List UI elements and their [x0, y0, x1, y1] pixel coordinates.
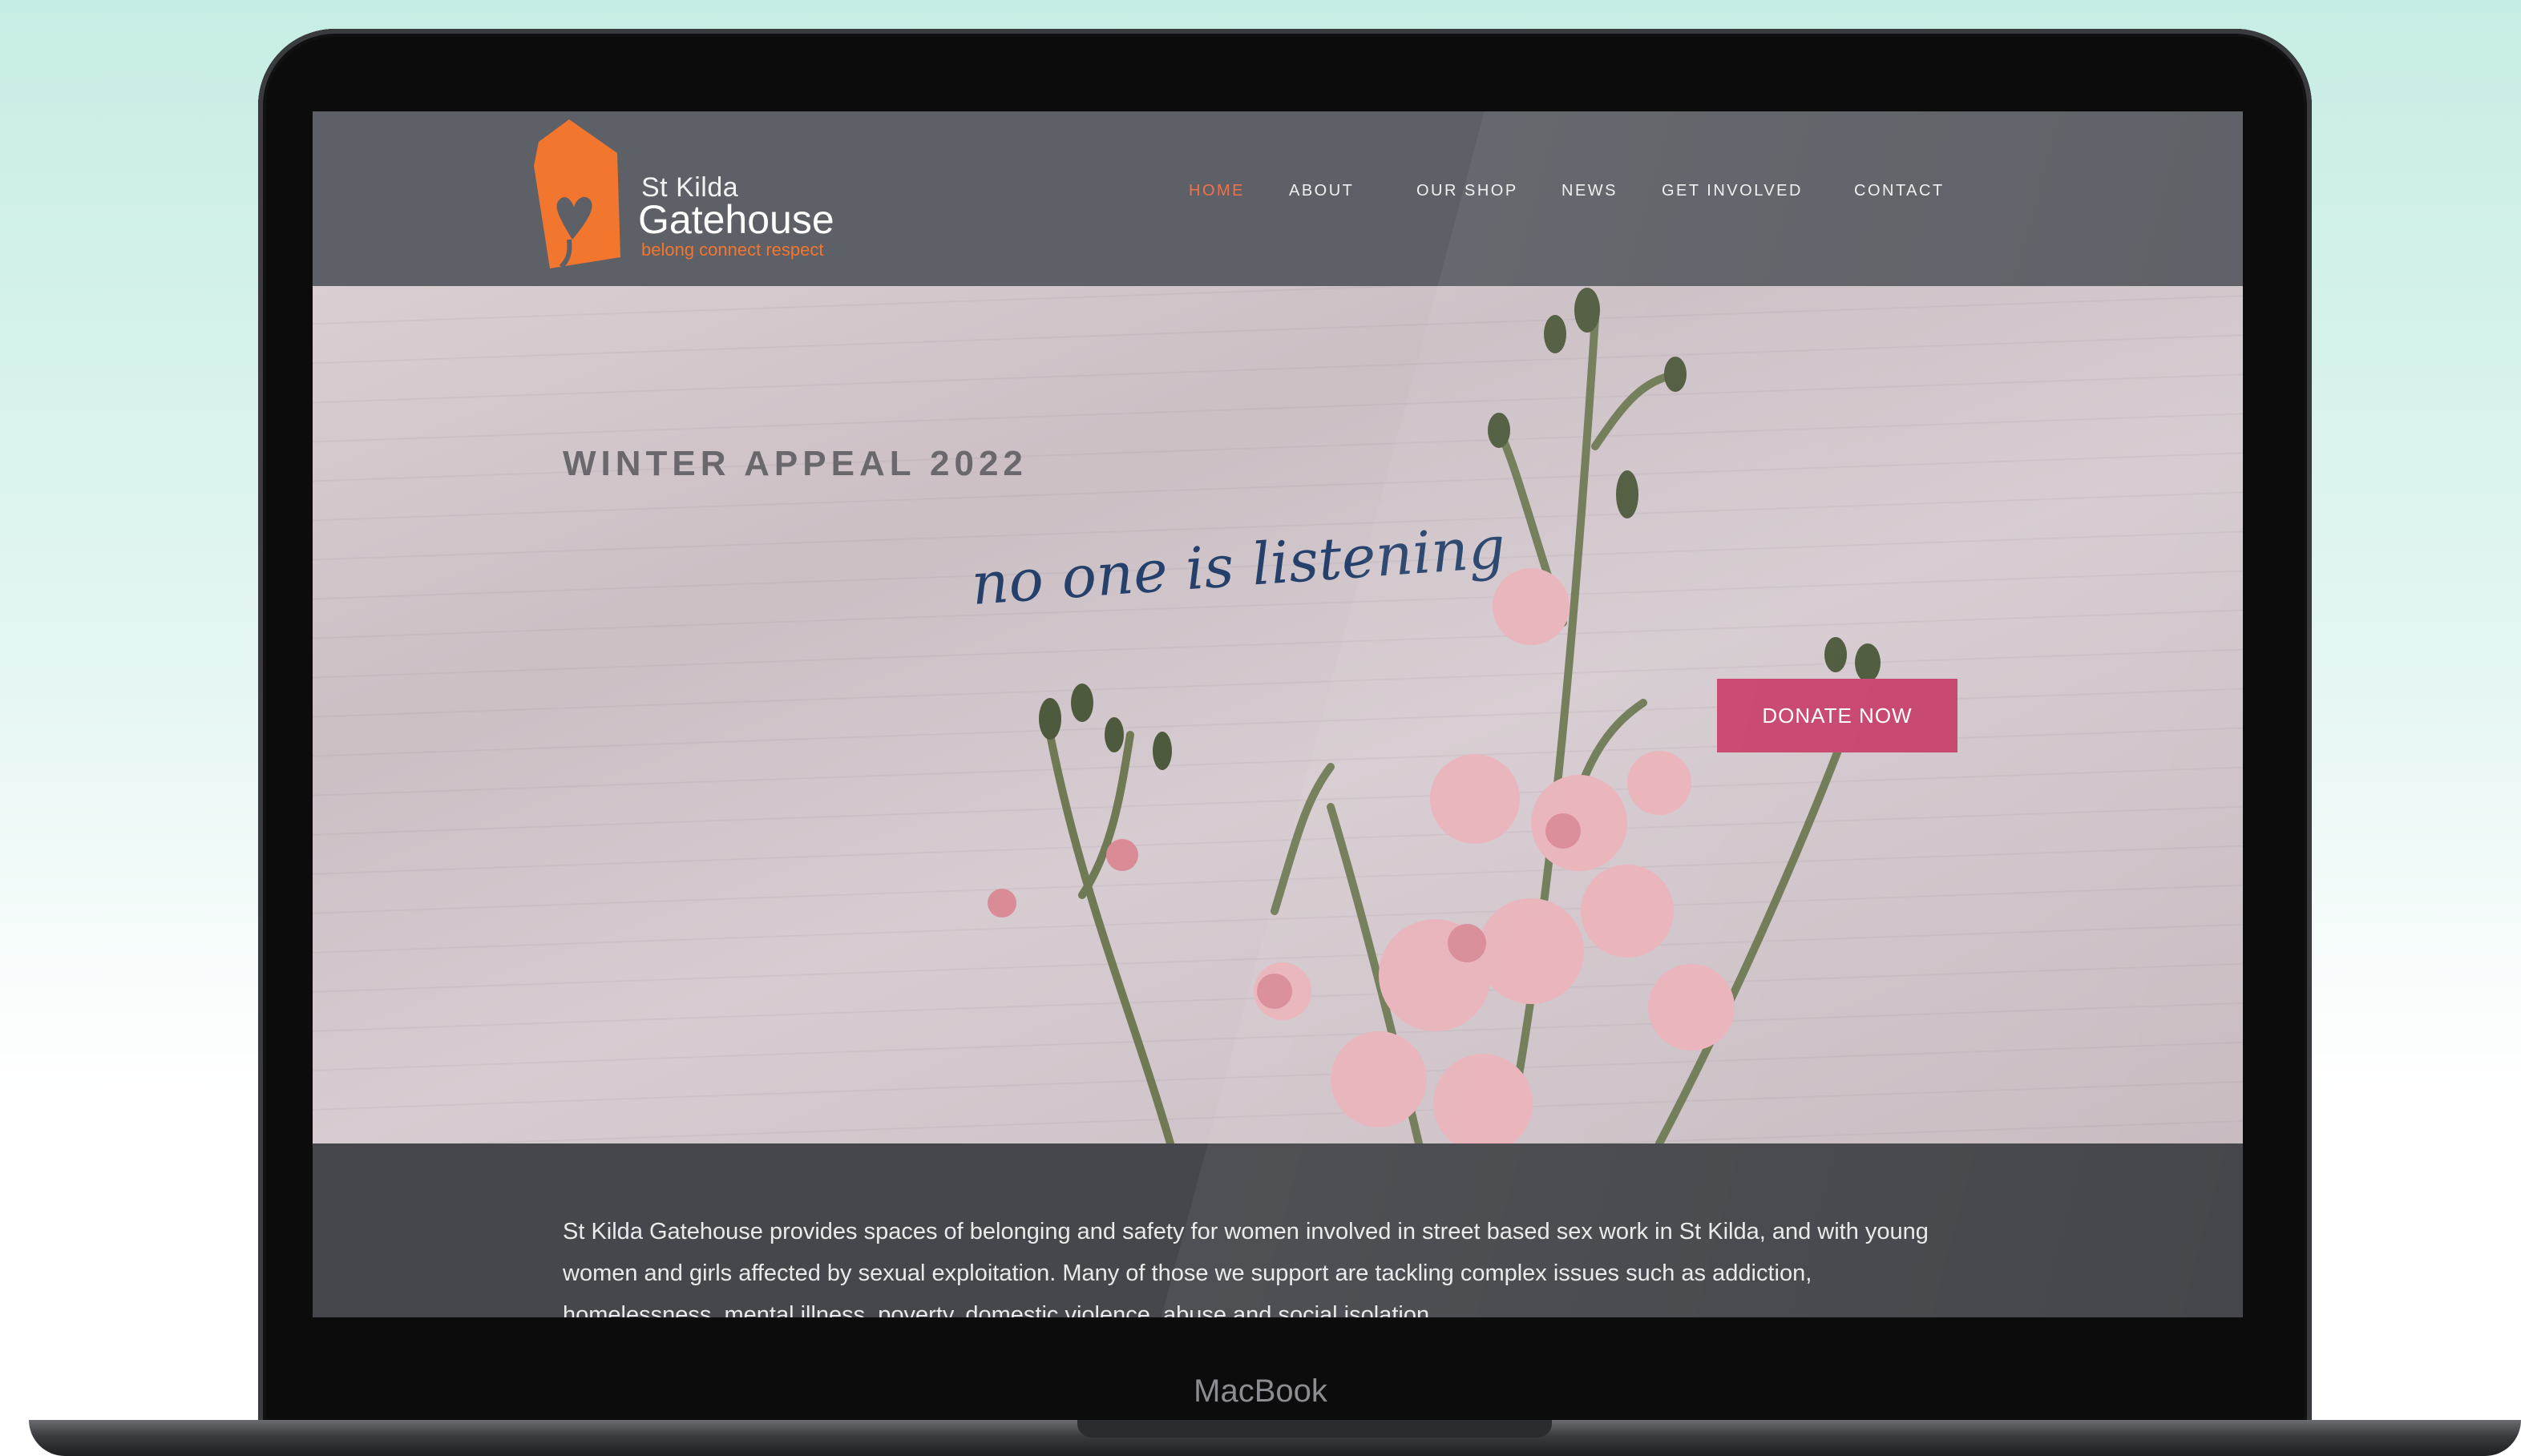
laptop-notch [1077, 1420, 1552, 1438]
device-label: MacBook [1194, 1373, 1327, 1409]
intro-paragraph: St Kilda Gatehouse provides spaces of be… [563, 1219, 1929, 1317]
hero-banner: WINTER APPEAL 2022 no one is listening D… [313, 286, 2243, 1143]
nav-our-shop[interactable]: OUR SHOP [1416, 182, 1518, 200]
nav-about[interactable]: ABOUT [1289, 182, 1354, 200]
nav-home[interactable]: HOME [1189, 182, 1245, 200]
laptop-base [29, 1420, 2521, 1456]
browser-screen: St Kilda Gatehouse belong connect respec… [313, 111, 2243, 1317]
main-nav: HOME ABOUT OUR SHOP NEWS GET INVOLVED CO… [313, 182, 2243, 214]
nav-news[interactable]: NEWS [1561, 182, 1618, 200]
brand-tagline: belong connect respect [641, 240, 824, 260]
intro-section: St Kilda Gatehouse provides spaces of be… [313, 1143, 2243, 1317]
nav-get-involved[interactable]: GET INVOLVED [1662, 182, 1803, 200]
hero-title: WINTER APPEAL 2022 [563, 444, 1028, 484]
nav-contact[interactable]: CONTACT [1854, 182, 1945, 200]
site-header: St Kilda Gatehouse belong connect respec… [313, 111, 2243, 286]
donate-now-button[interactable]: DONATE NOW [1717, 679, 1957, 752]
